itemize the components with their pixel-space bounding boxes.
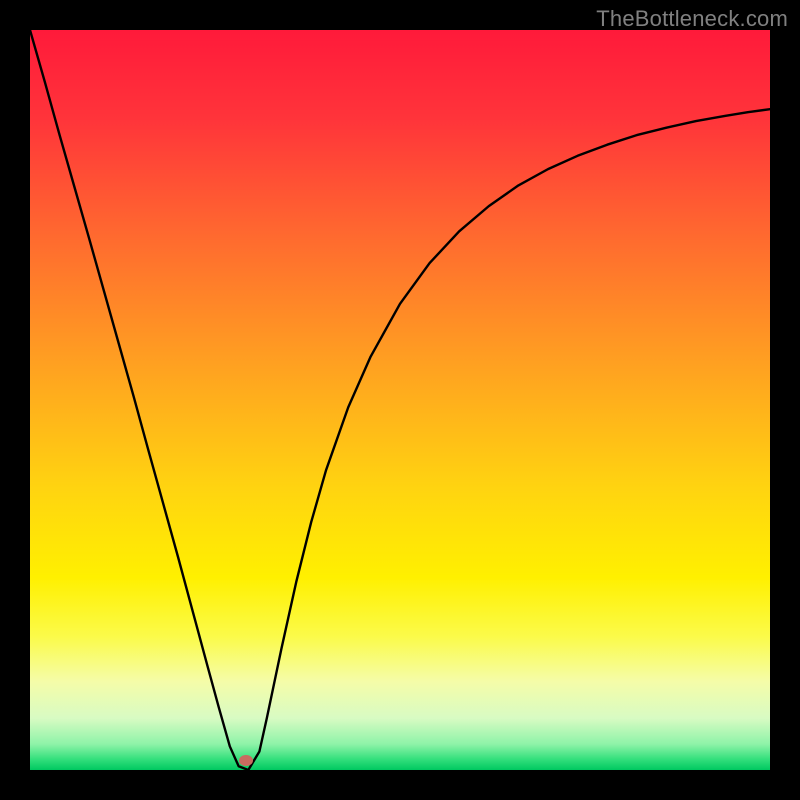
- bottleneck-curve: [30, 30, 770, 770]
- watermark-text: TheBottleneck.com: [596, 6, 788, 32]
- curve-layer: [30, 30, 770, 770]
- plot-area: [30, 30, 770, 770]
- chart-frame: TheBottleneck.com: [0, 0, 800, 800]
